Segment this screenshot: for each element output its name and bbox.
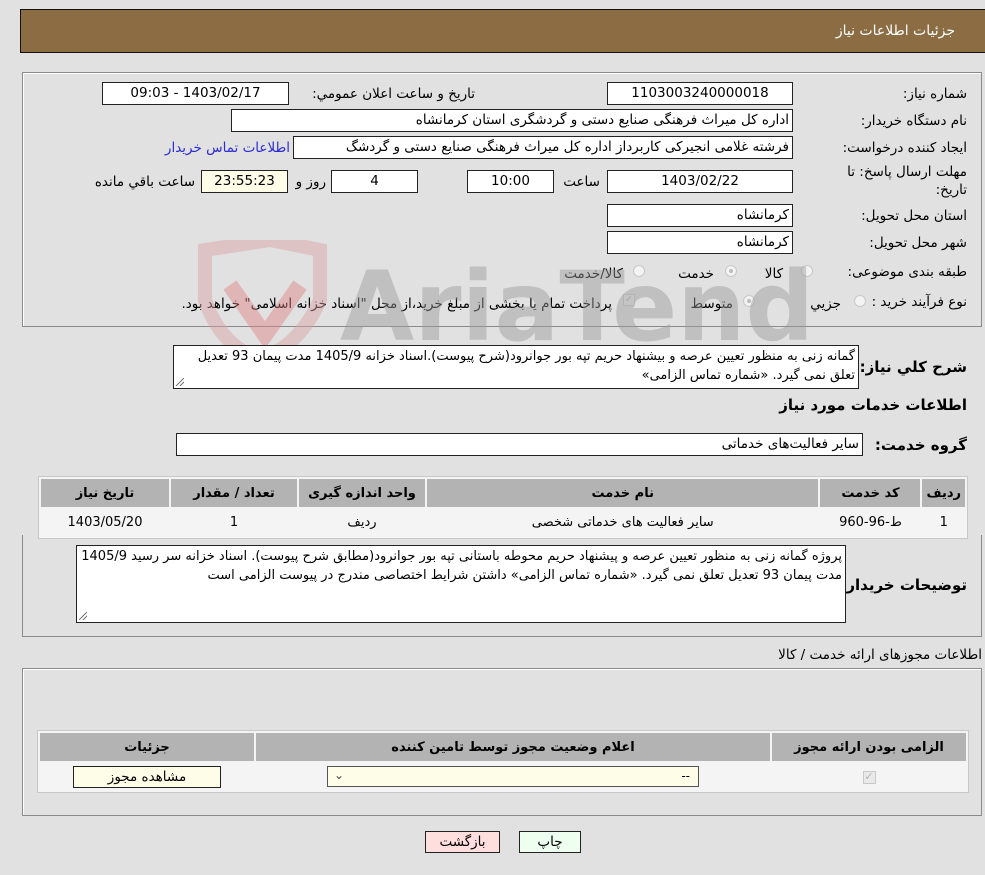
col-permit-required: الزامی بودن ارائه مجوز (772, 733, 966, 761)
col-need-date: تاریخ نیاز (41, 479, 169, 507)
view-permit-button[interactable]: مشاهده مجوز (73, 765, 221, 788)
cell-service-name: سایر فعالیت های خدماتی شخصی (427, 509, 819, 536)
cell-need-date: 1403/05/20 (41, 509, 169, 536)
permit-status-select[interactable]: -- ⌄ (327, 766, 699, 787)
permits-table: الزامی بودن ارائه مجوز اعلام وضعیت مجوز … (37, 730, 969, 793)
services-table: ردیف کد خدمت نام خدمت واحد اندازه گیری ت… (38, 476, 968, 539)
permits-section-title: اطلاعات مجوزهای ارائه خدمت / کالا (778, 647, 982, 663)
page-title: جزئیات اطلاعات نیاز (835, 23, 955, 39)
category-radio-service[interactable] (725, 265, 737, 277)
category-label: طبقه بندی موضوعی: (847, 264, 967, 280)
deadline-time-field[interactable]: 10:00 (467, 170, 554, 193)
summary-label: شرح کلي نياز: (859, 358, 967, 376)
services-panel-border (22, 535, 982, 637)
services-table-header: ردیف کد خدمت نام خدمت واحد اندازه گیری ت… (41, 479, 965, 507)
buyer-org-label: نام دستگاه خریدار: (860, 113, 967, 129)
creator-label: ایجاد کننده درخواست: (842, 140, 967, 156)
service-group-field[interactable]: سایر فعالیت‌های خدماتی (176, 433, 863, 456)
col-permit-status: اعلام وضعیت مجوز توسط تامین کننده (256, 733, 770, 761)
cell-service-code: ط-96-960 (820, 509, 921, 536)
process-option-medium: متوسط (690, 296, 733, 312)
need-number-field[interactable]: 1103003240000018 (607, 82, 793, 105)
process-radio-minor[interactable] (854, 295, 866, 307)
city-label: شهر محل تحویل: (869, 235, 967, 251)
treasury-note: پرداخت تمام یا بخشی از مبلغ خرید،از محل … (181, 296, 612, 312)
col-service-code: کد خدمت (820, 479, 921, 507)
need-number-label: شماره نیاز: (902, 86, 967, 102)
cell-row-number: 1 (922, 509, 965, 536)
creator-field[interactable]: فرشته غلامی انجیرکی کاربرداز اداره کل می… (293, 136, 793, 159)
back-button[interactable]: بازگشت (425, 831, 500, 853)
print-button[interactable]: چاپ (519, 831, 581, 853)
category-radio-goods-service[interactable] (633, 265, 645, 277)
buyer-contact-link[interactable]: اطلاعات تماس خریدار (165, 140, 290, 156)
days-label: روز و (295, 174, 326, 190)
category-option-goods: کالا (764, 266, 783, 282)
process-option-minor: جزیي (810, 296, 841, 312)
deadline-date-field[interactable]: 1403/02/22 (607, 170, 793, 193)
deadline-time-label: ساعت (563, 174, 600, 190)
resize-handle-icon[interactable] (176, 378, 184, 386)
page-header: جزئیات اطلاعات نیاز (20, 9, 985, 53)
treasury-checkbox[interactable]: ✓ (623, 294, 635, 306)
service-group-label: گروه خدمت: (874, 436, 967, 454)
category-option-service: خدمت (678, 266, 714, 282)
province-label: استان محل تحویل: (861, 208, 967, 224)
table-row: 1 ط-96-960 سایر فعالیت های خدماتی شخصی ر… (41, 509, 965, 536)
permit-status-value: -- (681, 769, 690, 783)
category-radio-goods[interactable] (801, 265, 813, 277)
permits-table-header: الزامی بودن ارائه مجوز اعلام وضعیت مجوز … (40, 733, 966, 761)
cell-unit: ردیف (299, 509, 425, 536)
time-remaining-label: ساعت باقي مانده (94, 174, 195, 190)
col-service-name: نام خدمت (427, 479, 819, 507)
col-quantity: تعداد / مقدار (171, 479, 297, 507)
city-field[interactable]: کرمانشاه (607, 231, 793, 254)
permit-required-checkbox: ✓ (862, 770, 876, 784)
buyer-org-field[interactable]: اداره کل میراث فرهنگی صنایع دستی و گردشگ… (231, 109, 793, 132)
col-row-number: ردیف (922, 479, 965, 507)
province-field[interactable]: کرمانشاه (607, 204, 793, 227)
summary-textarea[interactable]: گمانه زنی به منظور تعیین عرصه و بیشنهاد … (173, 345, 859, 389)
cell-quantity: 1 (171, 509, 297, 536)
summary-text: گمانه زنی به منظور تعیین عرصه و بیشنهاد … (197, 349, 855, 383)
time-remaining-field: 23:55:23 (201, 170, 288, 193)
process-radio-medium[interactable] (743, 295, 755, 307)
process-label: نوع فرآیند خرید : (871, 294, 967, 310)
services-section-title: اطلاعات خدمات مورد نیاز (779, 396, 967, 414)
announce-date-label: تاريخ و ساعت اعلان عمومي: (312, 86, 475, 102)
announce-date-field[interactable]: 1403/02/17 - 09:03 (102, 82, 289, 105)
col-permit-details: جزئیات (40, 733, 254, 761)
col-unit: واحد اندازه گیری (299, 479, 425, 507)
days-remaining-field[interactable]: 4 (331, 170, 418, 193)
deadline-label: مهلت ارسال پاسخ: تا تاریخ: (847, 164, 967, 198)
table-row: ✓ -- ⌄ مشاهده مجوز (40, 763, 966, 790)
category-option-goods-service: کالا/خدمت (564, 266, 623, 282)
chevron-down-icon: ⌄ (334, 768, 345, 782)
